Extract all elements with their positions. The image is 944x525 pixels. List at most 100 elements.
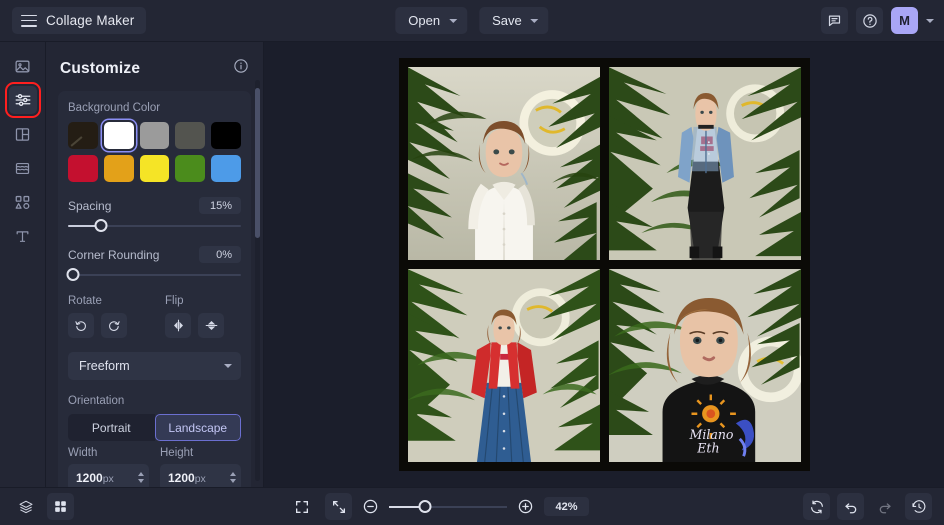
panel-scrollbar-thumb[interactable] bbox=[255, 88, 260, 238]
info-button[interactable] bbox=[233, 58, 249, 79]
orientation-label: Orientation bbox=[68, 395, 125, 407]
background-color-swatches bbox=[68, 122, 241, 182]
corner-rounding-slider-track bbox=[68, 274, 241, 276]
swatch-yellow[interactable] bbox=[139, 155, 170, 182]
collage-canvas[interactable]: Milano Eth bbox=[398, 58, 810, 471]
app-body: Customize Background Color Spacing 15% C… bbox=[0, 42, 944, 487]
swatch-black[interactable] bbox=[211, 122, 241, 149]
fit-screen-button[interactable] bbox=[288, 493, 315, 520]
rotate-left-button[interactable] bbox=[68, 313, 94, 338]
customize-panel: Customize Background Color Spacing 15% C… bbox=[46, 42, 264, 487]
swatch-gray[interactable] bbox=[139, 122, 170, 149]
text-t-icon bbox=[16, 230, 29, 242]
app-title: Collage Maker bbox=[46, 13, 135, 28]
zoom-in-button[interactable] bbox=[517, 498, 534, 515]
svg-text:Eth: Eth bbox=[696, 440, 719, 455]
swatch-transparent-dark[interactable] bbox=[68, 122, 98, 149]
spacing-slider[interactable] bbox=[68, 218, 241, 234]
flip-horizontal-button[interactable] bbox=[165, 313, 191, 338]
chevron-down-icon bbox=[224, 364, 232, 368]
layout-grid-icon bbox=[15, 127, 30, 141]
rotate-group: Rotate bbox=[68, 295, 127, 338]
canvas-area[interactable]: Milano Eth bbox=[264, 42, 944, 487]
page-title: Customize bbox=[60, 59, 141, 77]
rail-item-shapes[interactable] bbox=[9, 188, 37, 216]
swatch-dark-gray[interactable] bbox=[175, 122, 206, 149]
chevron-up-icon[interactable] bbox=[230, 472, 236, 476]
collage-cell-4[interactable]: Milano Eth bbox=[608, 269, 801, 462]
layers-button[interactable] bbox=[12, 493, 39, 520]
orientation-segmented-control: Portrait Landscape bbox=[68, 414, 241, 441]
zoom-out-button[interactable] bbox=[362, 498, 379, 515]
rail-item-backgrounds[interactable] bbox=[9, 154, 37, 182]
comment-icon bbox=[828, 15, 841, 27]
bottom-right-actions bbox=[803, 493, 932, 520]
zoom-slider-knob[interactable] bbox=[418, 499, 432, 513]
open-button[interactable]: Open bbox=[395, 7, 468, 34]
background-color-label: Background Color bbox=[68, 102, 161, 114]
undo-button[interactable] bbox=[837, 493, 864, 520]
aspect-ratio-select[interactable]: Freeform bbox=[68, 352, 241, 380]
height-input[interactable]: 1200px bbox=[160, 464, 241, 487]
zoom-controls: 42% bbox=[288, 493, 589, 520]
chevron-down-icon[interactable] bbox=[230, 479, 236, 483]
orientation-portrait-button[interactable]: Portrait bbox=[68, 414, 155, 441]
bottom-toolbar: 42% bbox=[0, 487, 944, 525]
swatch-red[interactable] bbox=[68, 155, 98, 182]
rail-item-images[interactable] bbox=[9, 52, 37, 80]
corner-rounding-value: 0% bbox=[199, 246, 241, 263]
shrink-to-fit-button[interactable] bbox=[325, 493, 353, 520]
bottom-left-actions bbox=[12, 493, 74, 520]
rail-item-adjustments[interactable] bbox=[4, 82, 41, 118]
collage-image-3 bbox=[407, 269, 600, 462]
sliders-icon bbox=[15, 94, 30, 106]
help-button[interactable] bbox=[856, 7, 883, 34]
rail-item-layouts[interactable] bbox=[9, 120, 37, 148]
swatch-green[interactable] bbox=[175, 155, 206, 182]
flip-vertical-button[interactable] bbox=[198, 313, 224, 338]
shapes-icon bbox=[15, 195, 30, 209]
redo-button[interactable] bbox=[871, 493, 898, 520]
reset-view-button[interactable] bbox=[803, 493, 830, 520]
spacing-row: Spacing 15% bbox=[68, 197, 241, 214]
collage-cell-3[interactable] bbox=[407, 269, 600, 462]
info-circle-icon bbox=[234, 59, 248, 73]
zoom-level-value[interactable]: 42% bbox=[544, 497, 589, 516]
flip-buttons bbox=[165, 313, 224, 338]
collage-image-2 bbox=[608, 67, 801, 260]
zoom-slider[interactable] bbox=[389, 499, 508, 514]
chevron-down-icon[interactable] bbox=[926, 18, 934, 23]
collage-grid: Milano Eth bbox=[407, 67, 801, 462]
comment-button[interactable] bbox=[821, 7, 848, 34]
rotate-right-button[interactable] bbox=[101, 313, 127, 338]
collage-cell-1[interactable] bbox=[407, 67, 600, 260]
collage-cell-2[interactable] bbox=[608, 67, 801, 260]
corner-rounding-slider[interactable] bbox=[66, 267, 241, 283]
chevron-down-icon[interactable] bbox=[138, 479, 144, 483]
layers-icon bbox=[18, 500, 33, 513]
chevron-up-icon[interactable] bbox=[138, 472, 144, 476]
panel-scrollbar-track[interactable] bbox=[255, 80, 260, 481]
swatch-white[interactable] bbox=[103, 122, 134, 149]
width-stepper[interactable] bbox=[134, 472, 144, 483]
aspect-ratio-value: Freeform bbox=[79, 359, 130, 373]
tool-rail bbox=[0, 42, 46, 487]
corner-rounding-slider-knob[interactable] bbox=[66, 268, 80, 281]
app-menu-button[interactable]: Collage Maker bbox=[12, 7, 147, 34]
swatch-orange[interactable] bbox=[103, 155, 134, 182]
save-button[interactable]: Save bbox=[479, 7, 549, 34]
height-stepper[interactable] bbox=[226, 472, 236, 483]
spacing-slider-knob[interactable] bbox=[94, 219, 108, 232]
rail-item-text[interactable] bbox=[9, 222, 37, 250]
history-button[interactable] bbox=[905, 493, 932, 520]
grid-four-icon bbox=[55, 501, 66, 512]
diagonal-slash-icon bbox=[70, 135, 83, 146]
orientation-landscape-button[interactable]: Landscape bbox=[154, 414, 241, 441]
swatch-blue[interactable] bbox=[211, 155, 241, 182]
grid-view-button[interactable] bbox=[47, 493, 74, 520]
flip-label: Flip bbox=[165, 295, 184, 307]
width-input[interactable]: 1200px bbox=[68, 464, 149, 487]
rotate-ccw-icon bbox=[75, 320, 86, 331]
help-circle-icon bbox=[862, 13, 877, 28]
avatar[interactable]: M bbox=[891, 7, 918, 34]
